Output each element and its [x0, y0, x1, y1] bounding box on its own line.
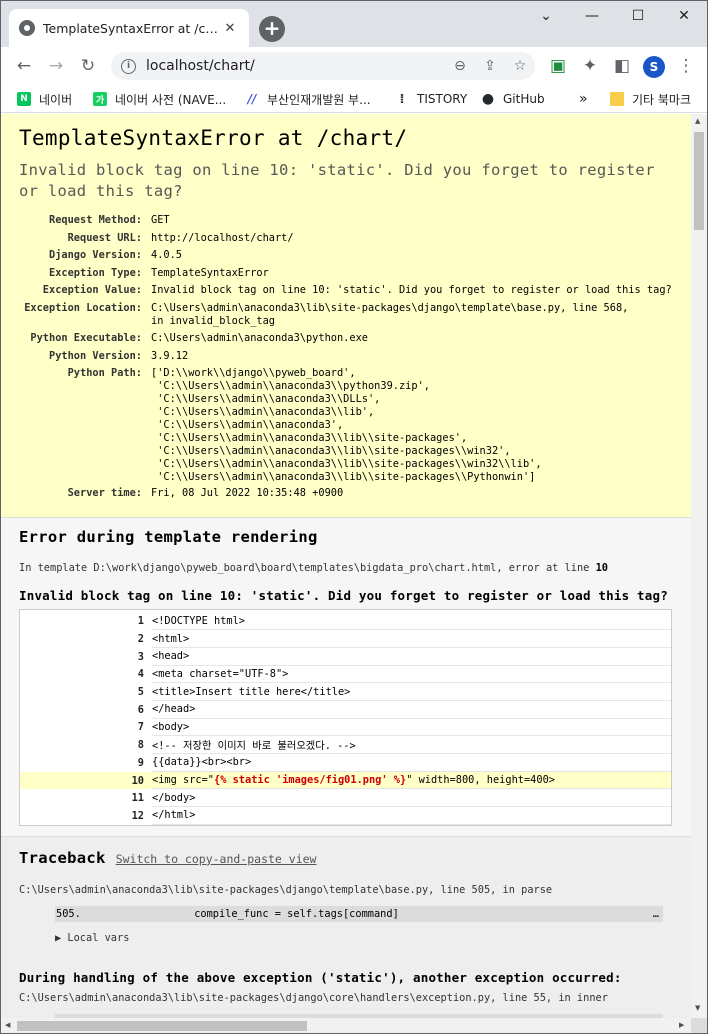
- github-icon: ●: [481, 91, 495, 107]
- horizontal-scroll-thumb[interactable]: [17, 1021, 307, 1031]
- source-line-error: 10 <img src=" {% static 'images/fig01.png'…: [20, 771, 671, 790]
- bookmark-label: 네이버 사전 (NAVE...: [115, 92, 227, 107]
- meta-row: Request Method: GET: [49, 214, 170, 226]
- tab-title: TemplateSyntaxError at /chart/: [43, 20, 221, 36]
- vertical-scrollbar[interactable]: ▲ ▼: [691, 114, 707, 1018]
- source-listing: 1 <!DOCTYPE html> 2 <html> 3 <head> 4 <meta …: [19, 608, 672, 826]
- tab-active[interactable]: TemplateSyntaxError at /chart/ ✕: [9, 9, 249, 47]
- source-line: 2 <html>: [20, 630, 671, 648]
- scroll-down-icon[interactable]: ▼: [695, 1004, 700, 1012]
- template-heading: Error during template rendering: [19, 527, 318, 546]
- reload-button[interactable]: ↻: [75, 53, 101, 79]
- bookmark-naver-dict[interactable]: 가 네이버 사전 (NAVE...: [93, 90, 226, 108]
- new-tab-button[interactable]: +: [259, 16, 285, 42]
- bookmark-label: 기타 북마크: [632, 92, 692, 107]
- scroll-up-icon[interactable]: ▲: [695, 117, 700, 125]
- browser-window: TemplateSyntaxError at /chart/ ✕ + ⌄ — ☐…: [0, 0, 708, 1034]
- puzzle-icon[interactable]: ✦: [577, 53, 603, 79]
- bookmarks-more-button[interactable]: »: [579, 90, 588, 108]
- meta-row: Django Version: 4.0.5: [49, 249, 182, 261]
- bookmark-other[interactable]: 기타 북마크: [610, 90, 691, 108]
- tistory-icon: ⁞: [399, 91, 405, 107]
- tab-search-icon[interactable]: ⌄: [523, 1, 569, 31]
- meta-row: Request URL: http://localhost/chart/: [67, 231, 294, 244]
- frame-path: C:\Users\admin\anaconda3\lib\site-packag…: [19, 883, 553, 896]
- meta-row: Exception Type: TemplateSyntaxError: [49, 266, 269, 279]
- share-icon[interactable]: ⇪: [475, 58, 505, 74]
- source-line: 6 </head>: [20, 701, 671, 719]
- bookmark-busan[interactable]: // 부산인재개발원 부...: [245, 90, 371, 108]
- minimize-button[interactable]: —: [569, 1, 615, 31]
- source-line: 1 <!DOCTYPE html>: [20, 613, 671, 631]
- globe-icon: [19, 20, 35, 36]
- menu-icon[interactable]: ⋮: [673, 53, 699, 79]
- naver-icon: N: [17, 92, 31, 106]
- star-icon[interactable]: ☆: [505, 58, 535, 74]
- template-error-message: Invalid block tag on line 10: 'static'. …: [19, 587, 668, 603]
- scroll-left-icon[interactable]: ◀: [5, 1021, 10, 1029]
- meta-row: Python Executable: C:\Users\admin\anacond…: [30, 332, 368, 344]
- traceback-section: Traceback Switch to copy-and-paste view …: [1, 836, 691, 1018]
- tab-strip: TemplateSyntaxError at /chart/ ✕ + ⌄ — ☐…: [1, 1, 707, 47]
- traceback-header: Traceback Switch to copy-and-paste view: [19, 849, 673, 867]
- meta-row: Python Path: ['D:\\work\\django\\pyweb_bo…: [67, 367, 542, 483]
- extension-icon[interactable]: ▣: [545, 53, 571, 79]
- meta-table: Request Method: GET Request URL: http://lo…: [19, 214, 673, 505]
- source-line: 11 </body>: [20, 789, 671, 808]
- source-line: 4 <meta charset="UTF-8">: [20, 666, 671, 684]
- horizontal-scrollbar[interactable]: ◀ ▶: [1, 1018, 691, 1033]
- vertical-scroll-thumb[interactable]: [694, 132, 704, 230]
- maximize-button[interactable]: ☐: [615, 1, 661, 31]
- template-path: In template D:\work\django\pyweb_board\b…: [19, 561, 608, 574]
- source-line: 9 {{data}}<br><br>: [20, 754, 671, 772]
- bookmark-label: 부산인재개발원 부...: [267, 92, 371, 107]
- tab-close-icon[interactable]: ✕: [221, 21, 239, 36]
- template-section: Error during template rendering In templ…: [1, 517, 691, 837]
- close-window-button[interactable]: ✕: [661, 1, 707, 31]
- bookmark-tistory[interactable]: ⁞ TISTORY: [395, 90, 468, 108]
- source-line: 5 <title>Insert title here</title>: [20, 683, 671, 701]
- bookmark-label: GitHub: [503, 92, 545, 106]
- switch-view-link[interactable]: Switch to copy-and-paste view: [116, 852, 317, 866]
- frame-path: C:\Users\admin\anaconda3\lib\site-packag…: [19, 991, 608, 1004]
- forward-button[interactable]: →: [43, 53, 69, 79]
- meta-row: Python Version: 3.9.12: [49, 349, 189, 362]
- page-viewport: TemplateSyntaxError at /chart/ Invalid b…: [1, 114, 691, 1018]
- bookmark-github[interactable]: ● GitHub: [481, 90, 545, 108]
- meta-row: Server time: Fri, 08 Jul 2022 10:35:48 +0…: [67, 487, 344, 499]
- bookmark-label: 네이버: [39, 92, 73, 107]
- url-text[interactable]: localhost/chart/: [146, 58, 445, 74]
- bookmark-label: TISTORY: [417, 92, 468, 106]
- scrollbar-corner: [691, 1018, 707, 1033]
- source-line: 3 <head>: [20, 648, 671, 666]
- source-line: 8 <!-- 저장한 이미지 바로 불러오겠다. -->: [20, 736, 671, 754]
- page-title: TemplateSyntaxError at /chart/: [19, 126, 408, 150]
- bookmark-naver[interactable]: N 네이버: [17, 90, 72, 108]
- error-tag: {% static 'images/fig01.png' %}: [214, 774, 407, 787]
- traceback-heading: Traceback: [19, 848, 106, 867]
- source-line: 12 </html>: [20, 807, 671, 825]
- local-vars-toggle[interactable]: ▶ Local vars: [55, 932, 673, 944]
- meta-row: Exception Value: Invalid block tag on lin…: [42, 284, 672, 296]
- source-line: 7 <body>: [20, 719, 671, 737]
- avatar[interactable]: S: [643, 56, 665, 78]
- side-panel-icon[interactable]: ◧: [609, 53, 635, 79]
- folder-icon: [610, 92, 624, 106]
- during-handling-message: During handling of the above exception (…: [19, 969, 622, 985]
- zoom-icon[interactable]: ⊖: [445, 58, 475, 74]
- info-icon[interactable]: i: [121, 58, 136, 74]
- address-bar[interactable]: i localhost/chart/ ⊖ ⇪ ☆: [111, 52, 535, 80]
- frame-context-line[interactable]: 505. compile_func = self.tags[command] …: [55, 905, 663, 922]
- meta-row: Exception Location: C:\Users\admin\anacon…: [24, 301, 629, 327]
- naver-dict-icon: 가: [93, 92, 107, 106]
- error-summary: TemplateSyntaxError at /chart/ Invalid b…: [1, 114, 691, 518]
- back-button[interactable]: ←: [11, 53, 37, 79]
- scroll-right-icon[interactable]: ▶: [679, 1021, 684, 1029]
- bookmarks-bar: N 네이버 가 네이버 사전 (NAVE... // 부산인재개발원 부... …: [1, 85, 707, 113]
- busan-icon: //: [247, 92, 257, 106]
- error-message: Invalid block tag on line 10: 'static'. …: [19, 161, 655, 200]
